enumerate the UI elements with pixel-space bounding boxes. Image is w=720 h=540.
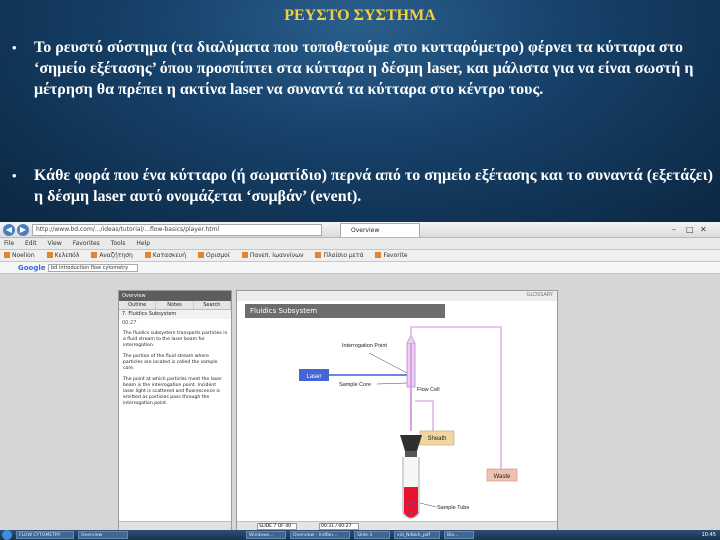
favorite-icon — [4, 252, 10, 258]
favorite-link[interactable]: Κατασκευή — [144, 250, 186, 261]
flow-cell-label: Flow Cell — [417, 387, 440, 393]
menu-bar: File Edit View Favorites Tools Help — [0, 238, 720, 250]
favorite-link[interactable]: Noelion — [4, 250, 35, 261]
browser-screenshot: ◀ ▶ http://www.bd.com/.../ideas/tutorial… — [0, 222, 720, 540]
slide-title: ΡΕΥΣΤΟ ΣΥΣΤΗΜΑ — [284, 7, 436, 24]
menu-item[interactable]: Edit — [25, 240, 37, 247]
particle — [409, 511, 413, 515]
sheath-label: Sheath — [427, 436, 446, 442]
taskbar-item[interactable]: vid_N4bkh_pdf — [394, 531, 440, 539]
bullet-marker: • — [12, 168, 17, 183]
notes-paragraph: The point at which particles meet the la… — [123, 377, 222, 406]
favorite-link[interactable]: Αναζήτηση — [91, 250, 133, 261]
address-bar-row: ◀ ▶ http://www.bd.com/.../ideas/tutorial… — [0, 222, 720, 238]
menu-item[interactable]: Favorites — [73, 240, 100, 247]
panel-tabs: Outline Notes Search — [119, 301, 231, 310]
menu-item[interactable]: File — [4, 240, 14, 247]
notes-paragraph: The fluidics subsystem transports partic… — [123, 331, 228, 348]
favorite-link[interactable]: Κελεπόλ — [46, 250, 79, 261]
tube-cap-base — [405, 451, 417, 457]
google-logo: Google — [18, 264, 46, 272]
slide-time: 00:27 — [122, 320, 137, 326]
interrogation-label: Interrogation Point — [342, 343, 387, 349]
favorite-link[interactable]: Favorite — [375, 250, 407, 261]
laser-label: Laser — [306, 374, 321, 380]
forward-icon[interactable]: ▶ — [17, 224, 29, 236]
leader-line — [368, 352, 408, 374]
sample-tube-label: Sample Tube — [437, 505, 469, 511]
taskbar-item[interactable]: Overview — [78, 531, 128, 539]
favorite-icon — [375, 252, 382, 258]
favorite-icon — [144, 252, 151, 258]
outline-item-current[interactable]: 7. Fluidics Subsystem — [119, 310, 231, 319]
taskbar-item[interactable]: Windows... — [246, 531, 286, 539]
clock: 10:45 — [701, 532, 716, 538]
fluidics-diagram: Laser Interrogation Point Sample Core Fl… — [299, 326, 518, 519]
waste-label: Waste — [494, 474, 511, 480]
favorite-icon — [315, 252, 322, 258]
favorite-link[interactable]: Πανεπ. Ιωαννίνων — [241, 250, 304, 261]
panel-header: Overview — [119, 291, 231, 301]
notes-text: The fluidics subsystem transports partic… — [119, 327, 231, 407]
favorite-link[interactable]: Ορισμοί — [198, 250, 230, 261]
favorite-icon — [46, 252, 53, 258]
tab-notes[interactable]: Notes — [156, 301, 194, 309]
page-content: Overview Outline Notes Search 7. Fluidic… — [0, 274, 720, 532]
favorite-icon — [241, 252, 248, 258]
maximize-icon[interactable]: □ — [686, 225, 694, 234]
waste-line — [410, 326, 502, 469]
tab-search[interactable]: Search — [194, 301, 231, 309]
leader-line — [376, 382, 408, 385]
favorite-icon — [91, 252, 98, 258]
taskbar-item[interactable]: Slide-1 — [354, 531, 390, 539]
taskbar-item[interactable]: Bio... — [444, 531, 474, 539]
sample-core-label: Sample Core — [339, 382, 371, 388]
time-counter: 00:31 / 00:27 — [319, 523, 359, 530]
notes-paragraph: The portion of the fluid stream where pa… — [123, 354, 218, 371]
bullet-text: Το ρευστό σύστημα (τα διαλύματα που τοπο… — [34, 39, 694, 98]
flow-cell-tip — [406, 334, 416, 344]
back-icon[interactable]: ◀ — [3, 224, 15, 236]
taskbar-item[interactable]: Overview - Indfan... — [290, 531, 350, 539]
menu-item[interactable]: Tools — [111, 240, 126, 247]
menu-item[interactable]: View — [48, 240, 62, 247]
minimize-icon[interactable]: – — [672, 225, 676, 234]
particle — [412, 501, 416, 505]
address-input[interactable]: http://www.bd.com/.../ideas/tutorial/...… — [32, 224, 322, 236]
tube-cap — [400, 435, 422, 451]
favorites-bar: Noelion Κελεπόλ Αναζήτηση Κατασκευή Ορισ… — [0, 250, 720, 262]
taskbar: FLOW CYTOMETRY Overview Windows... Overv… — [0, 530, 720, 540]
google-toolbar: Google bd introduction flow cytometry — [0, 262, 720, 274]
slide-panel: GLOSSARY Fluidics Subsystem Laser Interr… — [236, 290, 558, 532]
slide-background: ΡΕΥΣΤΟ ΣΥΣΤΗΜΑ • Το ρευστό σύστημα (τα δ… — [0, 0, 720, 222]
taskbar-item[interactable]: FLOW CYTOMETRY — [16, 531, 74, 539]
favorite-icon — [198, 252, 204, 258]
tab-outline[interactable]: Outline — [119, 301, 157, 309]
sheath-line — [415, 400, 434, 431]
slide-counter: SLIDE 7 OF 40 — [257, 523, 297, 530]
menu-item[interactable]: Help — [136, 240, 150, 247]
bullet-marker: • — [12, 40, 17, 55]
leader-line — [419, 502, 437, 508]
google-search-input[interactable]: bd introduction flow cytometry — [48, 264, 138, 272]
start-button[interactable] — [2, 530, 12, 540]
browser-tab[interactable]: Overview — [340, 223, 420, 237]
bullet-text: Κάθε φορά που ένα κύτταρο (ή σωματίδιο) … — [34, 167, 713, 205]
close-icon[interactable]: ✕ — [700, 225, 707, 234]
outline-panel: Overview Outline Notes Search 7. Fluidic… — [118, 290, 232, 532]
particle — [406, 503, 410, 507]
favorite-link[interactable]: Πλαίσιο μετά — [315, 250, 364, 261]
